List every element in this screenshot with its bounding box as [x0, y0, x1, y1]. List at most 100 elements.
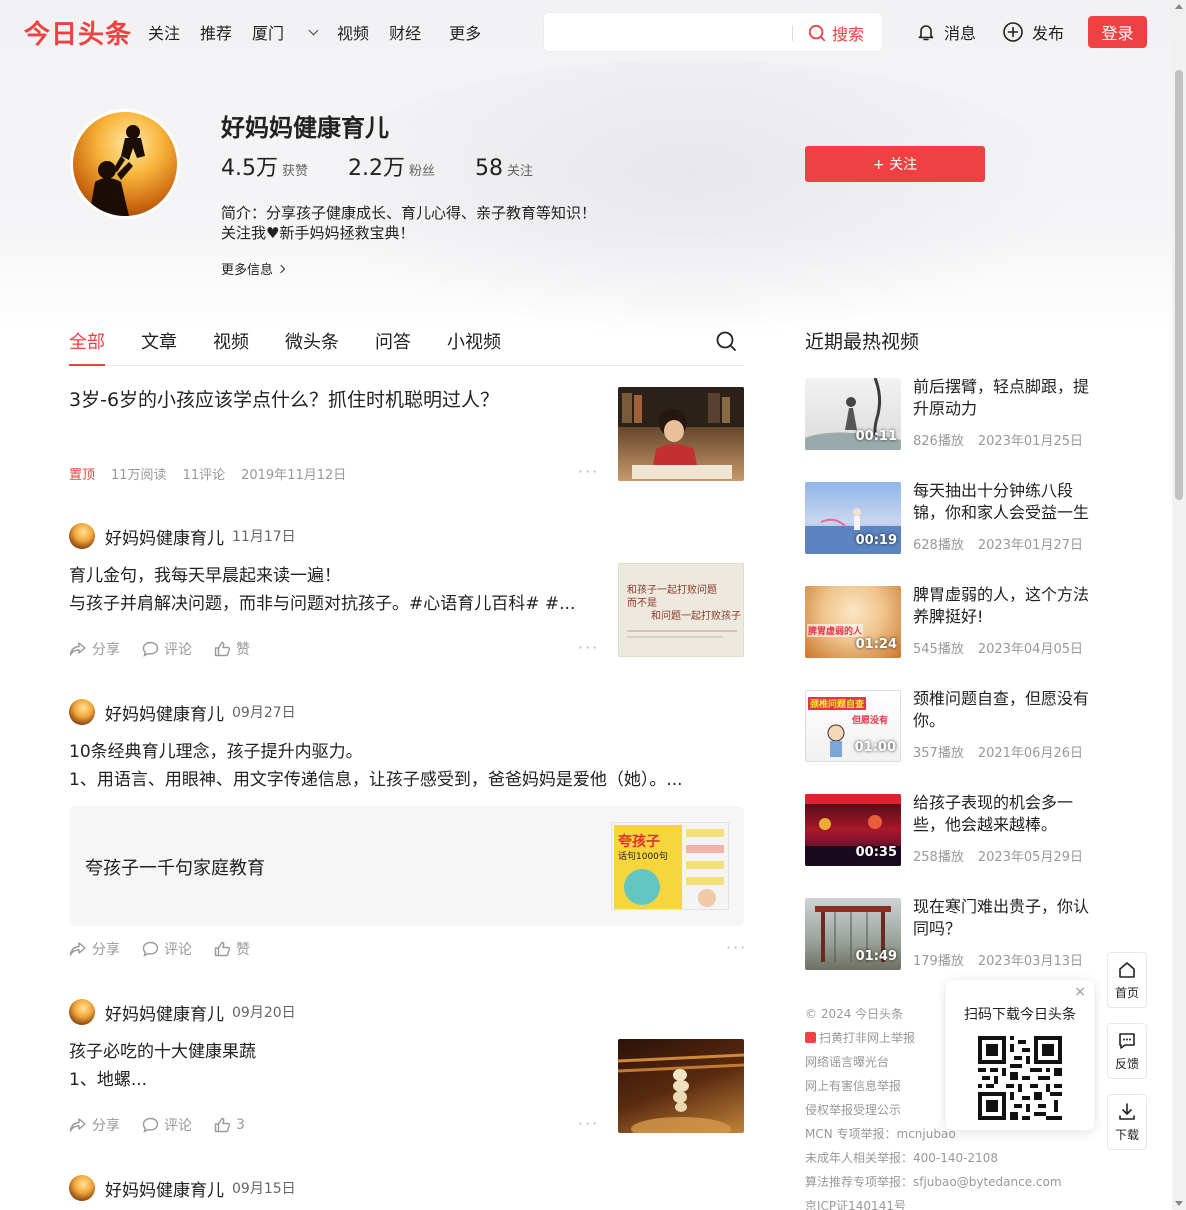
hot-video-item[interactable]: 00:11 前后摆臂，轻点脚跟，提升原动力 826播放 2023年01月25日: [805, 376, 1105, 450]
scrollbar-thumb[interactable]: [1175, 70, 1183, 500]
tab-qa[interactable]: 问答: [375, 328, 411, 354]
post-thumbnail[interactable]: [618, 1039, 744, 1133]
more-options-icon[interactable]: ···: [578, 638, 599, 657]
comment-button[interactable]: 评论: [142, 1115, 192, 1135]
nav-video[interactable]: 视频: [337, 20, 369, 44]
home-button[interactable]: 首页: [1107, 952, 1147, 1008]
pinned-badge: 置顶: [69, 468, 96, 483]
video-title[interactable]: 前后摆臂，轻点脚跟，提升原动力: [913, 376, 1095, 420]
more-info-label: 更多信息: [221, 263, 274, 278]
video-thumbnail: 颈椎问题自查 但愿没有 01:00: [805, 690, 901, 762]
video-duration: 01:49: [855, 949, 897, 964]
nav-city[interactable]: 厦门: [252, 20, 319, 44]
book-cover-front: 夸孩子 话句1000句: [614, 825, 682, 909]
tab-short-videos[interactable]: 小视频: [447, 328, 501, 354]
video-title[interactable]: 脾胃虚弱的人，这个方法养脾挺好!: [913, 584, 1095, 628]
post-actions: 分享 评论 赞: [69, 939, 272, 959]
avatar: [70, 109, 180, 219]
feedback-icon: [1119, 1032, 1135, 1049]
messages-button[interactable]: 消息: [916, 20, 976, 44]
hot-video-item[interactable]: 颈椎问题自查 但愿没有 01:00 颈椎问题自查，但愿没有你。 357播放 202…: [805, 688, 1105, 762]
video-duration: 00:35: [855, 845, 897, 860]
page-scrollbar[interactable]: [1172, 0, 1186, 1210]
post-author[interactable]: 好妈妈健康育儿 09月20日: [69, 999, 296, 1025]
stat-following-number: 58: [475, 156, 504, 181]
video-meta: 258播放 2023年05月29日: [913, 846, 1097, 865]
stat-following[interactable]: 58 关注: [475, 156, 533, 181]
share-button[interactable]: 分享: [69, 639, 120, 659]
video-meta: 545播放 2023年04月05日: [913, 638, 1097, 657]
like-button[interactable]: 3: [214, 1117, 245, 1133]
like-label: 赞: [236, 942, 250, 958]
login-button[interactable]: 登录: [1088, 16, 1147, 48]
comment-label: 评论: [164, 642, 192, 658]
play-count: 628播放: [913, 538, 964, 553]
stat-fans[interactable]: 2.2万 粉丝: [348, 150, 435, 182]
more-info-link[interactable]: 更多信息: [221, 259, 286, 278]
site-logo[interactable]: 今日头条: [24, 14, 132, 51]
nav-recommend[interactable]: 推荐: [200, 20, 232, 44]
video-date: 2023年01月25日: [977, 434, 1083, 449]
hot-video-item[interactable]: 脾胃虚弱的人 01:24 脾胃虚弱的人，这个方法养脾挺好! 545播放 2023年…: [805, 584, 1105, 658]
tab-all[interactable]: 全部: [69, 328, 105, 366]
nav-finance[interactable]: 财经: [389, 20, 421, 44]
close-icon[interactable]: ×: [1074, 984, 1086, 1000]
download-button[interactable]: 下载: [1107, 1094, 1147, 1150]
quote-line: 和问题一起打败孩子: [651, 611, 741, 622]
share-icon: [69, 1118, 86, 1132]
video-title[interactable]: 给孩子表现的机会多一些，他会越来越棒。: [913, 792, 1095, 836]
qr-code-icon: [978, 1036, 1062, 1120]
nav-more[interactable]: 更多: [449, 20, 481, 44]
search-input[interactable]: [554, 21, 784, 45]
bell-icon: [918, 25, 934, 41]
bio-line: 关注我♥新手妈妈拯救宝典！: [221, 224, 415, 242]
follow-button[interactable]: + 关注: [805, 146, 985, 182]
share-button[interactable]: 分享: [69, 939, 120, 959]
nav-follow[interactable]: 关注: [148, 20, 180, 44]
hot-video-item[interactable]: 00:19 每天抽出十分钟练八段锦，你和家人会受益一生 628播放 2023年01…: [805, 480, 1105, 554]
share-label: 分享: [92, 942, 120, 958]
like-button[interactable]: 赞: [214, 639, 250, 659]
post-author[interactable]: 好妈妈健康育儿 11月17日: [69, 523, 296, 549]
video-title[interactable]: 颈椎问题自查，但愿没有你。: [913, 688, 1095, 732]
post-content[interactable]: 育儿金句，我每天早晨起来读一遍！ 与孩子并肩解决问题，而非与问题对抗孩子。#心语…: [69, 562, 599, 618]
publish-button[interactable]: 发布: [1002, 20, 1064, 44]
download-icon: [1119, 1102, 1135, 1120]
book-label-strip: [686, 861, 724, 869]
search-button[interactable]: 搜索: [808, 21, 864, 45]
article-thumbnail[interactable]: [618, 387, 744, 481]
post-date: 11月17日: [232, 529, 296, 545]
footer-link[interactable]: 未成年人相关举报：400-140-2108: [805, 1146, 1062, 1170]
tab-videos[interactable]: 视频: [213, 328, 249, 354]
scroll-down-icon[interactable]: [1175, 1201, 1183, 1206]
divider: [627, 630, 737, 632]
hot-video-item[interactable]: 01:49 现在寒门难出贵子，你认同吗？ 179播放 2023年03月13日: [805, 896, 1105, 970]
post-content[interactable]: 孩子必吃的十大健康果蔬 1、地螺...: [69, 1038, 599, 1094]
more-options-icon[interactable]: ···: [578, 1114, 599, 1133]
tab-articles[interactable]: 文章: [141, 328, 177, 354]
book-cover-image: 夸孩子 话句1000句: [611, 822, 729, 910]
more-options-icon[interactable]: ···: [726, 938, 747, 957]
divider: [627, 636, 723, 638]
post-actions: 分享 评论 3: [69, 1115, 267, 1135]
comment-button[interactable]: 评论: [142, 939, 192, 959]
scroll-up-icon[interactable]: [1175, 4, 1183, 9]
hot-video-item[interactable]: 00:35 给孩子表现的机会多一些，他会越来越棒。 258播放 2023年05月2…: [805, 792, 1105, 866]
share-button[interactable]: 分享: [69, 1115, 120, 1135]
post-author[interactable]: 好妈妈健康育儿 09月27日: [69, 699, 296, 725]
more-options-icon[interactable]: ···: [578, 462, 599, 481]
video-title[interactable]: 现在寒门难出贵子，你认同吗？: [913, 896, 1095, 940]
comment-button[interactable]: 评论: [142, 639, 192, 659]
embedded-product-card[interactable]: 夸孩子一千句家庭教育 夸孩子 话句1000句: [69, 806, 744, 926]
feedback-button[interactable]: 反馈: [1107, 1023, 1147, 1079]
search-icon[interactable]: [715, 330, 737, 352]
post-author[interactable]: 好妈妈健康育儿 09月15日: [69, 1175, 296, 1201]
tab-weitoutiao[interactable]: 微头条: [285, 328, 339, 354]
footer-link[interactable]: 京ICP证140141号: [805, 1194, 1062, 1210]
like-button[interactable]: 赞: [214, 939, 250, 959]
video-title[interactable]: 每天抽出十分钟练八段锦，你和家人会受益一生: [913, 480, 1095, 524]
post-content[interactable]: 10条经典育儿理念，孩子提升内驱力。 1、用语言、用眼神、用文字传递信息，让孩子…: [69, 738, 744, 794]
share-label: 分享: [92, 642, 120, 658]
post-thumbnail[interactable]: 和孩子一起打败问题 而不是 和问题一起打败孩子: [618, 563, 744, 657]
footer-link[interactable]: 算法推荐专项举报：sfjubao@bytedance.com: [805, 1170, 1062, 1194]
